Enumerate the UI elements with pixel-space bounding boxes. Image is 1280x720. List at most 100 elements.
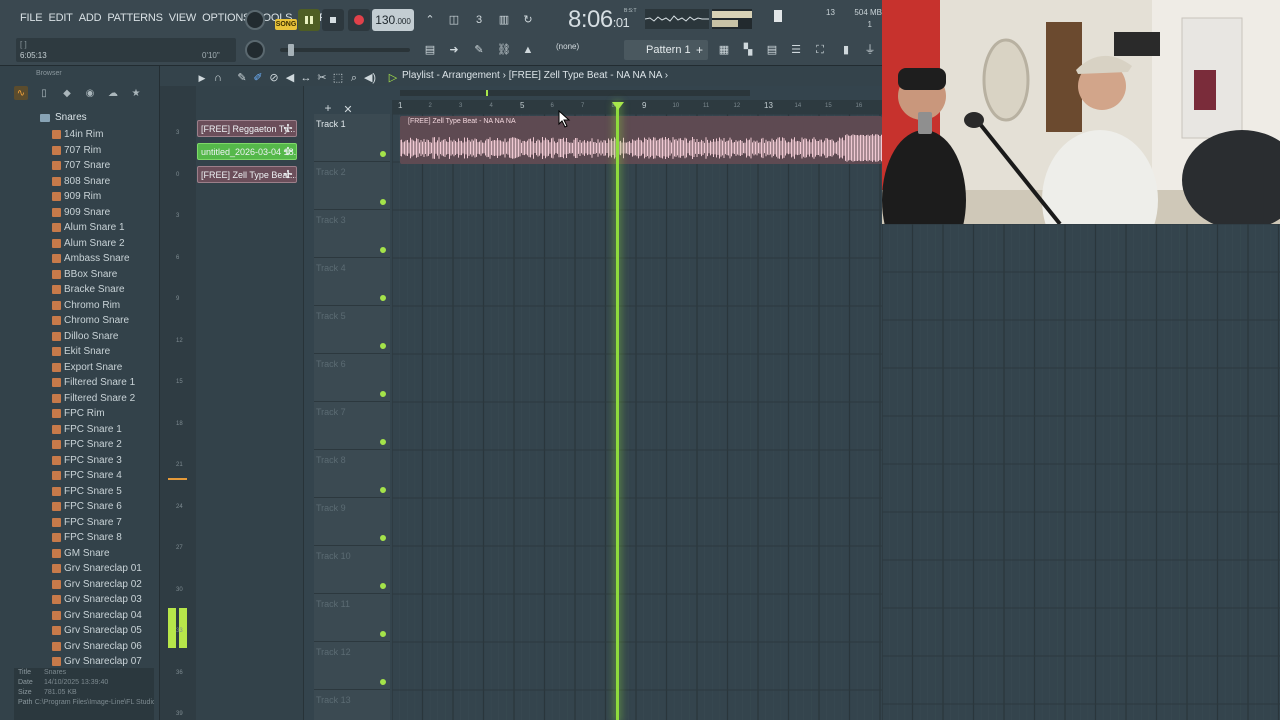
magnet-icon[interactable]: ∩: [208, 68, 228, 88]
file-item[interactable]: 14in Rim: [52, 127, 142, 143]
menu-file[interactable]: FILE: [20, 12, 43, 24]
file-item[interactable]: Export Snare: [52, 360, 142, 376]
track-mute-led[interactable]: [380, 343, 386, 349]
track-mute-led[interactable]: [380, 439, 386, 445]
browser-icon[interactable]: ⛶: [810, 40, 830, 60]
timeline-ruler[interactable]: 1 2 3 4 5 6 7 8 9 10 11 12 13 14 15 16: [392, 100, 882, 114]
master-slider[interactable]: [280, 44, 410, 56]
clip-move-icon[interactable]: ✢: [282, 144, 294, 159]
stop-button[interactable]: [322, 9, 344, 31]
tune-icon[interactable]: ✎: [469, 40, 489, 60]
track-mute-led[interactable]: [380, 487, 386, 493]
track-header[interactable]: Track 5: [314, 306, 390, 354]
wait-input-icon[interactable]: ◫: [444, 10, 464, 30]
file-item[interactable]: FPC Snare 5: [52, 484, 142, 500]
master-pitch-knob[interactable]: [245, 40, 265, 60]
plugin-filter-icon[interactable]: ◆: [60, 86, 74, 100]
cloud-icon[interactable]: ☁: [106, 86, 120, 100]
track-header[interactable]: Track 1: [314, 114, 390, 162]
track-header[interactable]: Track 9: [314, 498, 390, 546]
file-item[interactable]: Bracke Snare: [52, 282, 142, 298]
menu-options[interactable]: OPTIONS: [202, 12, 250, 24]
file-item[interactable]: Grv Snareclap 05: [52, 623, 142, 639]
file-item[interactable]: FPC Snare 4: [52, 468, 142, 484]
file-item[interactable]: Ekit Snare: [52, 344, 142, 360]
file-item[interactable]: 707 Snare: [52, 158, 142, 174]
file-item[interactable]: FPC Rim: [52, 406, 142, 422]
file-item[interactable]: Chromo Rim: [52, 298, 142, 314]
audio-clip[interactable]: [FREE] Zell Type Beat - NA NA NA: [400, 116, 882, 164]
file-item[interactable]: FPC Snare 3: [52, 453, 142, 469]
folder-snares[interactable]: Snares: [40, 112, 87, 123]
mixer-icon[interactable]: ☰: [786, 40, 806, 60]
track-header[interactable]: Track 8: [314, 450, 390, 498]
playlist-grid[interactable]: [392, 114, 882, 720]
picker-clip[interactable]: [FREE] Reggaeton Ty... ✢: [197, 120, 297, 137]
channel-rack-icon[interactable]: ▚: [738, 40, 758, 60]
file-item[interactable]: Grv Snareclap 03: [52, 592, 142, 608]
clip-move-icon[interactable]: ✢: [282, 167, 294, 182]
file-item[interactable]: GM Snare: [52, 546, 142, 562]
playlist-icon[interactable]: ▦: [714, 40, 734, 60]
globe-icon[interactable]: ◉: [83, 86, 97, 100]
countdown-icon[interactable]: 3: [469, 10, 489, 30]
track-mute-led[interactable]: [380, 679, 386, 685]
plug-icon[interactable]: ⏚: [860, 40, 880, 60]
file-item[interactable]: FPC Snare 2: [52, 437, 142, 453]
waveform-filter-icon[interactable]: ∿: [14, 86, 28, 100]
snap-selector[interactable]: (none): [556, 42, 606, 58]
track-mute-led[interactable]: [380, 631, 386, 637]
menu-patterns[interactable]: PATTERNS: [107, 12, 163, 24]
song-position-display[interactable]: 8:06:01: [568, 6, 630, 34]
track-header[interactable]: Track 7: [314, 402, 390, 450]
piano-roll-window-icon[interactable]: ▤: [762, 40, 782, 60]
record-button[interactable]: [348, 9, 370, 31]
tempo-display[interactable]: 130.000: [372, 9, 414, 31]
track-header[interactable]: Track 3: [314, 210, 390, 258]
file-item[interactable]: FPC Snare 6: [52, 499, 142, 515]
file-item[interactable]: Dilloo Snare: [52, 329, 142, 345]
link-icon[interactable]: ⛓: [494, 40, 514, 60]
file-item[interactable]: Filtered Snare 1: [52, 375, 142, 391]
song-mode-toggle[interactable]: SONG: [275, 19, 297, 30]
file-item[interactable]: BBox Snare: [52, 267, 142, 283]
file-item[interactable]: FPC Snare 8: [52, 530, 142, 546]
pause-button[interactable]: [298, 9, 320, 31]
track-mute-led[interactable]: [380, 199, 386, 205]
menu-edit[interactable]: EDIT: [48, 12, 72, 24]
file-item[interactable]: FPC Snare 7: [52, 515, 142, 531]
playhead-marker[interactable]: [612, 102, 624, 110]
play-icon[interactable]: ▷: [383, 68, 403, 88]
track-header[interactable]: Track 4: [314, 258, 390, 306]
file-item[interactable]: Ambass Snare: [52, 251, 142, 267]
metronome-icon[interactable]: ⌃: [420, 10, 440, 30]
menu-view[interactable]: VIEW: [169, 12, 197, 24]
track-header[interactable]: Track 2: [314, 162, 390, 210]
file-item[interactable]: 808 Snare: [52, 174, 142, 190]
file-item[interactable]: 707 Rim: [52, 143, 142, 159]
picker-clip[interactable]: [FREE] Zell Type Beat... ✢: [197, 166, 297, 183]
file-item[interactable]: Grv Snareclap 02: [52, 577, 142, 593]
track-mute-led[interactable]: [380, 391, 386, 397]
picker-clip[interactable]: untitled_2026-03-04 18... ✢: [197, 143, 297, 160]
track-mute-led[interactable]: [380, 583, 386, 589]
file-item[interactable]: Alum Snare 2: [52, 236, 142, 252]
track-mute-led[interactable]: [380, 295, 386, 301]
add-pattern-button[interactable]: +: [696, 40, 708, 60]
step-edit-icon[interactable]: ▥: [494, 10, 514, 30]
stamp-icon[interactable]: ▲: [518, 40, 538, 60]
arrow-icon[interactable]: ➜: [444, 40, 464, 60]
piano-roll-icon[interactable]: ▤: [420, 40, 440, 60]
track-mute-led[interactable]: [380, 535, 386, 541]
file-item[interactable]: Alum Snare 1: [52, 220, 142, 236]
track-header[interactable]: Track 10: [314, 546, 390, 594]
track-mute-led[interactable]: [380, 151, 386, 157]
file-item[interactable]: Grv Snareclap 06: [52, 639, 142, 655]
file-item[interactable]: Chromo Snare: [52, 313, 142, 329]
oscilloscope[interactable]: [644, 9, 709, 29]
track-header[interactable]: Track 13: [314, 690, 390, 720]
loop-record-icon[interactable]: ↻: [518, 10, 538, 30]
file-item[interactable]: Grv Snareclap 04: [52, 608, 142, 624]
playlist-breadcrumb[interactable]: Playlist - Arrangement › [FREE] Zell Typ…: [402, 70, 668, 81]
file-item[interactable]: 909 Rim: [52, 189, 142, 205]
